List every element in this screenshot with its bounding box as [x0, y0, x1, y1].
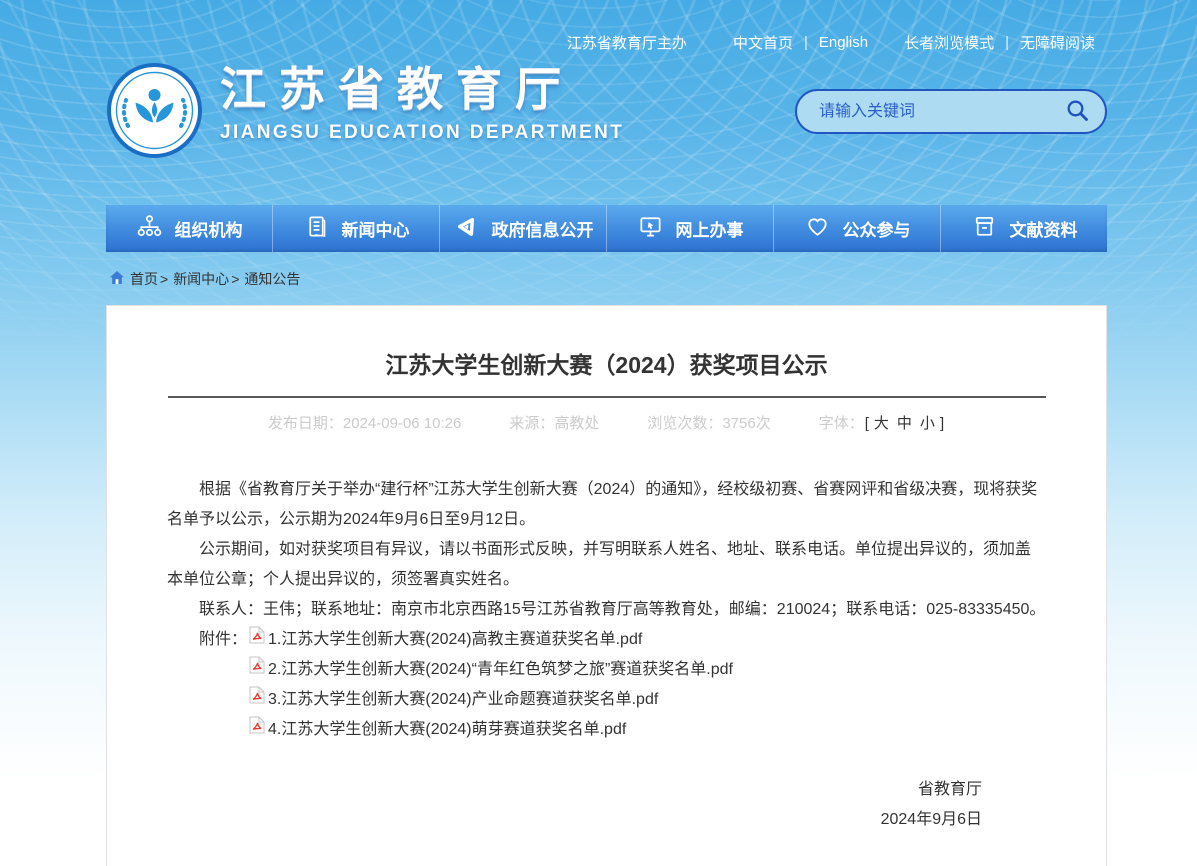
- attachment-link-2[interactable]: 2.江苏大学生创新大赛(2024)“青年红色筑梦之旅”赛道获奖名单.pdf: [247, 655, 733, 685]
- monitor-icon: [637, 213, 664, 245]
- main-navigation: 组织机构 新闻中心 政府信息公开 网上办事: [106, 205, 1107, 252]
- attachment-link-3[interactable]: 3.江苏大学生创新大赛(2024)产业命题赛道获奖名单.pdf: [247, 685, 733, 715]
- pdf-icon: [247, 685, 268, 715]
- paragraph: 根据《省教育厅关于举办“建行杯”江苏大学生创新大赛（2024）的通知》，经校级初…: [167, 475, 1046, 535]
- article-meta: 发布日期：2024-09-06 10:26 来源：高教处 浏览次数：3756次 …: [107, 412, 1106, 433]
- signature-block: 省教育厅 2024年9月6日: [167, 775, 982, 835]
- host-link[interactable]: 江苏省教育厅主办: [567, 32, 687, 53]
- article-source: 来源：高教处: [509, 412, 599, 433]
- page-title: 江苏大学生创新大赛（2024）获奖项目公示: [107, 346, 1106, 380]
- bracket: [: [865, 415, 869, 432]
- nav-item-documents[interactable]: 文献资料: [940, 205, 1107, 252]
- font-size-small-button[interactable]: 小: [920, 415, 935, 432]
- elder-mode-link[interactable]: 长者浏览模式: [904, 32, 994, 53]
- bracket: ]: [940, 415, 944, 432]
- signature-date: 2024年9月6日: [167, 805, 982, 835]
- nav-item-news[interactable]: 新闻中心: [272, 205, 439, 252]
- emblem-icon: [106, 62, 203, 164]
- nav-item-label: 公众参与: [843, 216, 911, 241]
- home-icon: [109, 270, 125, 288]
- breadcrumb: 首页 > 新闻中心 > 通知公告: [109, 269, 300, 289]
- article-card: 江苏大学生创新大赛（2024）获奖项目公示 发布日期：2024-09-06 10…: [106, 305, 1107, 866]
- search-input[interactable]: [817, 102, 1063, 122]
- font-size-label: 字体：: [819, 415, 864, 432]
- breadcrumb-separator: >: [160, 271, 168, 287]
- topbar-separator: |: [1005, 34, 1009, 51]
- breadcrumb-notices[interactable]: 通知公告: [244, 269, 300, 289]
- attachment-name: 3.江苏大学生创新大赛(2024)产业命题赛道获奖名单.pdf: [268, 685, 658, 715]
- top-utility-bar: 江苏省教育厅主办 中文首页 | English 长者浏览模式 | 无障碍阅读: [567, 32, 1095, 53]
- pdf-icon: [247, 655, 268, 685]
- nav-item-label: 新闻中心: [342, 216, 410, 241]
- search-box: [795, 89, 1107, 134]
- archive-icon: [971, 213, 998, 245]
- nav-item-label: 政府信息公开: [492, 216, 594, 241]
- attachment-name: 1.江苏大学生创新大赛(2024)高教主赛道获奖名单.pdf: [268, 625, 642, 655]
- heart-icon: [804, 213, 831, 245]
- view-count: 浏览次数：3756次: [647, 412, 770, 433]
- paragraph: 公示期间，如对获奖项目有异议，请以书面形式反映，并写明联系人姓名、地址、联系电话…: [167, 535, 1046, 595]
- nav-item-label: 组织机构: [175, 216, 243, 241]
- signature-org: 省教育厅: [167, 775, 982, 805]
- font-size-control: 字体：[ 大中小]: [819, 412, 945, 433]
- site-logo[interactable]: 江苏省教育厅 JIANGSU EDUCATION DEPARTMENT: [106, 62, 624, 164]
- org-chart-icon: [136, 213, 163, 245]
- attachment-link-1[interactable]: 1.江苏大学生创新大赛(2024)高教主赛道获奖名单.pdf: [247, 625, 733, 655]
- accessibility-link[interactable]: 无障碍阅读: [1020, 32, 1095, 53]
- pdf-icon: [247, 625, 268, 655]
- publish-date: 发布日期：2024-09-06 10:26: [268, 412, 461, 433]
- search-icon: [1065, 98, 1090, 126]
- pdf-icon: [247, 715, 268, 745]
- attachments-section: 附件： 1.江苏大学生创新大赛(2024)高教主赛道获奖名单.pdf 2.江苏大…: [167, 625, 1046, 745]
- english-link[interactable]: English: [819, 34, 868, 51]
- breadcrumb-news-center[interactable]: 新闻中心: [173, 269, 229, 289]
- font-size-large-button[interactable]: 大: [874, 415, 889, 432]
- attachment-name: 4.江苏大学生创新大赛(2024)萌芽赛道获奖名单.pdf: [268, 715, 626, 745]
- breadcrumb-separator: >: [231, 271, 239, 287]
- nav-item-gov-info[interactable]: 政府信息公开: [439, 205, 606, 252]
- search-button[interactable]: [1063, 98, 1091, 126]
- nav-item-label: 文献资料: [1010, 216, 1078, 241]
- site-name-english: JIANGSU EDUCATION DEPARTMENT: [220, 122, 624, 144]
- font-size-medium-button[interactable]: 中: [897, 415, 912, 432]
- breadcrumb-home[interactable]: 首页: [130, 269, 158, 289]
- chinese-home-link[interactable]: 中文首页: [733, 32, 793, 53]
- site-name: 江苏省教育厅: [220, 66, 624, 112]
- nav-item-label: 网上办事: [676, 216, 744, 241]
- info-disclosure-icon: [453, 213, 480, 245]
- attachment-link-4[interactable]: 4.江苏大学生创新大赛(2024)萌芽赛道获奖名单.pdf: [247, 715, 733, 745]
- nav-item-organization[interactable]: 组织机构: [106, 205, 272, 252]
- topbar-separator: |: [804, 34, 808, 51]
- contact-info: 联系人：王伟；联系地址：南京市北京西路15号江苏省教育厅高等教育处，邮编：210…: [167, 595, 1046, 625]
- site-header: 江苏省教育厅 JIANGSU EDUCATION DEPARTMENT: [106, 62, 1107, 164]
- title-divider: [168, 396, 1046, 398]
- site-title-block: 江苏省教育厅 JIANGSU EDUCATION DEPARTMENT: [220, 62, 624, 144]
- news-icon: [303, 213, 330, 245]
- attachments-label: 附件：: [199, 625, 247, 655]
- nav-item-online-services[interactable]: 网上办事: [606, 205, 773, 252]
- article-body: 根据《省教育厅关于举办“建行杯”江苏大学生创新大赛（2024）的通知》，经校级初…: [167, 475, 1046, 835]
- attachments-list: 1.江苏大学生创新大赛(2024)高教主赛道获奖名单.pdf 2.江苏大学生创新…: [247, 625, 733, 745]
- nav-item-public-participation[interactable]: 公众参与: [773, 205, 940, 252]
- attachment-name: 2.江苏大学生创新大赛(2024)“青年红色筑梦之旅”赛道获奖名单.pdf: [268, 655, 733, 685]
